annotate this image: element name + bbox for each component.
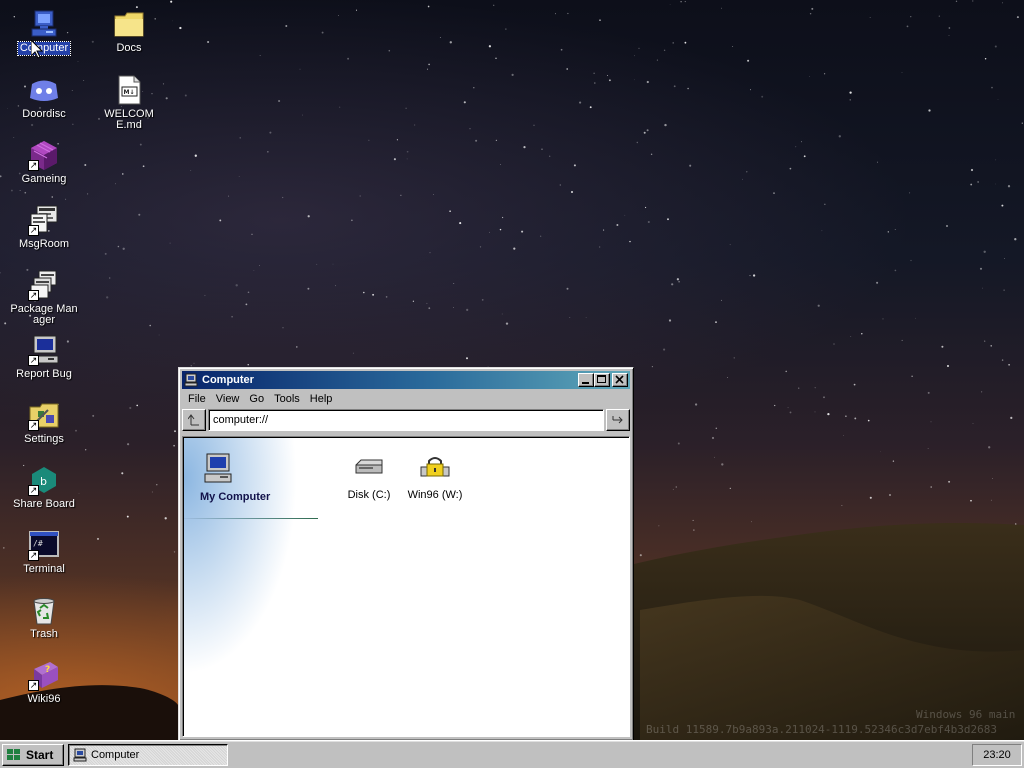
- drive-disk-c[interactable]: Disk (C:): [334, 455, 404, 501]
- desktop-icon-trash[interactable]: Trash: [6, 594, 82, 641]
- go-arrow-icon: [612, 416, 623, 424]
- shortcut-arrow-icon: ↗: [28, 550, 39, 561]
- side-panel-divider: [184, 518, 318, 519]
- menu-view[interactable]: View: [212, 391, 246, 407]
- window-titlebar[interactable]: Computer: [182, 371, 630, 389]
- desktop-icon-computer[interactable]: Computer: [6, 8, 82, 56]
- shortcut-arrow-icon: ↗: [28, 160, 39, 171]
- start-logo-icon: [7, 749, 20, 760]
- maximize-button[interactable]: [594, 373, 610, 387]
- help-book-icon: ? ↗: [28, 659, 60, 691]
- drive-label: Win96 (W:): [407, 489, 463, 501]
- chat-room-icon: ↗: [28, 204, 60, 236]
- file-view[interactable]: My Computer Disk (C:) Win96 (W:): [182, 436, 630, 737]
- desktop-icon-wiki96[interactable]: ? ↗ Wiki96: [6, 659, 82, 706]
- menu-help[interactable]: Help: [306, 391, 339, 407]
- computer-icon: [28, 8, 60, 40]
- desktop-icon-label: Settings: [24, 433, 64, 445]
- desktop-icon-msgroom[interactable]: ↗ MsgRoom: [6, 204, 82, 251]
- desktop-icon-terminal[interactable]: /# ↗ Terminal: [6, 529, 82, 576]
- side-panel-title: My Computer: [200, 491, 271, 503]
- desktop-icon-label: Trash: [30, 628, 58, 640]
- address-input[interactable]: [208, 409, 604, 431]
- start-label: Start: [26, 748, 54, 762]
- markdown-file-icon: M↓: [113, 74, 145, 106]
- shortcut-arrow-icon: ↗: [28, 290, 39, 301]
- menu-tools[interactable]: Tools: [270, 391, 306, 407]
- menu-go[interactable]: Go: [245, 391, 270, 407]
- svg-text:/#: /#: [33, 539, 43, 548]
- desktop-icon-settings[interactable]: ↗ Settings: [6, 399, 82, 446]
- my-computer-icon: [204, 453, 232, 483]
- desktop-icon-label: Share Board: [13, 498, 75, 510]
- desktop-icon-label: Computer: [16, 41, 72, 56]
- minimize-icon: [582, 382, 589, 384]
- desktop-icon-label: Terminal: [23, 563, 65, 575]
- taskbar-button-computer[interactable]: Computer: [68, 744, 228, 766]
- locked-drive-icon: [420, 457, 450, 477]
- close-icon: [615, 375, 624, 384]
- svg-text:?: ?: [45, 665, 50, 675]
- up-button[interactable]: [182, 409, 206, 431]
- minimize-button[interactable]: [578, 373, 594, 387]
- game-cube-icon: ↗: [28, 139, 60, 171]
- shortcut-arrow-icon: ↗: [28, 485, 39, 496]
- go-button[interactable]: [606, 409, 630, 431]
- desktop-icon-label: Wiki96: [27, 693, 61, 705]
- desktop-icon-label: MsgRoom: [18, 238, 70, 250]
- build-watermark-line2: Build 11589.7b9a893a.211024-1119.52346c3…: [646, 723, 997, 736]
- address-bar: [182, 409, 630, 433]
- desktop-icon-docs[interactable]: Docs: [91, 8, 167, 55]
- desktop-icon-label: Docs: [116, 42, 142, 54]
- desktop-icon-package-manager[interactable]: ↗ Package Manager: [6, 269, 82, 327]
- computer-icon: [184, 373, 198, 387]
- shortcut-arrow-icon: ↗: [28, 420, 39, 431]
- close-button[interactable]: [612, 373, 628, 387]
- system-tray-clock[interactable]: 23:20: [972, 744, 1022, 766]
- svg-text:b: b: [40, 475, 47, 488]
- computer-window[interactable]: Computer File View Go Tools Help compute…: [178, 367, 634, 741]
- desktop-icon-label: Report Bug: [16, 368, 72, 380]
- recycle-bin-icon: [28, 594, 60, 626]
- window-title: Computer: [202, 374, 254, 386]
- terminal-icon: /# ↗: [28, 529, 60, 561]
- up-arrow-icon: [188, 414, 199, 426]
- taskbar-button-label: Computer: [91, 749, 140, 761]
- shortcut-arrow-icon: ↗: [28, 680, 39, 691]
- build-watermark-line1: Windows 96 main: [916, 708, 1016, 721]
- desktop-icon-doordisc[interactable]: Doordisc: [6, 74, 82, 121]
- taskbar: Start Computer 23:20: [0, 740, 1024, 768]
- mouse-cursor-icon: [31, 40, 43, 59]
- clock-time: 23:20: [983, 749, 1011, 761]
- menu-file[interactable]: File: [184, 391, 212, 407]
- shortcut-arrow-icon: ↗: [28, 225, 39, 236]
- desktop-icon-label: WELCOME.md: [104, 108, 154, 131]
- drive-label: Disk (C:): [347, 489, 391, 501]
- share-board-icon: b ↗: [28, 464, 60, 496]
- desktop-icon-label: Doordisc: [22, 108, 66, 120]
- desktop-icon-report-bug[interactable]: ↗ Report Bug: [6, 334, 82, 381]
- desktop-icon-label: Package Manager: [10, 303, 78, 326]
- desktop-icon-label: Gameing: [21, 173, 67, 185]
- desktop-icon-gameing[interactable]: ↗ Gameing: [6, 139, 82, 186]
- package-manager-icon: ↗: [28, 269, 60, 301]
- shortcut-arrow-icon: ↗: [28, 355, 39, 366]
- info-side-panel: My Computer: [184, 438, 354, 736]
- doordisc-icon: [28, 74, 60, 106]
- drive-win96-w[interactable]: Win96 (W:): [400, 455, 470, 501]
- report-bug-icon: ↗: [28, 334, 60, 366]
- svg-text:M↓: M↓: [124, 89, 135, 96]
- menu-bar: File View Go Tools Help: [182, 389, 630, 409]
- settings-folder-icon: ↗: [28, 399, 60, 431]
- computer-icon: [73, 748, 87, 762]
- hard-disk-icon: [355, 459, 383, 474]
- maximize-icon: [597, 375, 606, 383]
- folder-icon: [113, 8, 145, 40]
- start-button[interactable]: Start: [2, 744, 64, 766]
- desktop-icon-share-board[interactable]: b ↗ Share Board: [6, 464, 82, 511]
- desktop-icon-welcome-md[interactable]: M↓ WELCOME.md: [91, 74, 167, 132]
